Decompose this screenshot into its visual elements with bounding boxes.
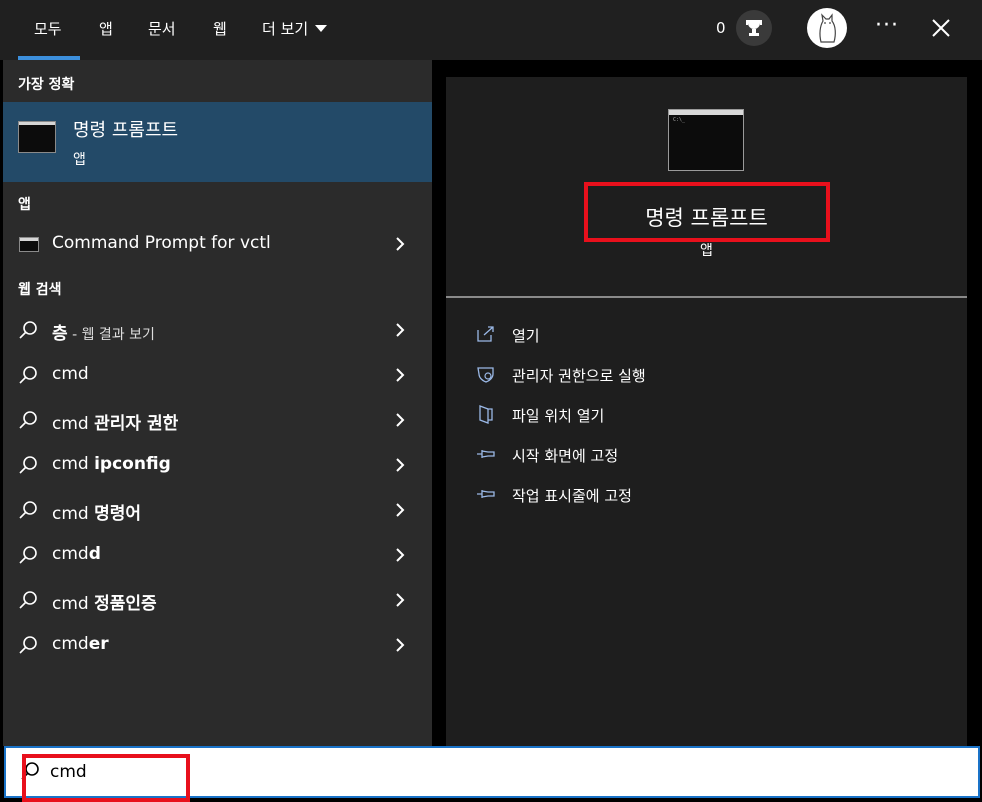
tab-more-label: 더 보기 — [262, 20, 309, 38]
web-suggestion-bold: 정품인증 — [94, 594, 157, 614]
chevron-right-icon[interactable] — [394, 592, 406, 608]
chevron-right-icon[interactable] — [394, 457, 406, 473]
search-bar — [4, 746, 980, 798]
web-result-label: 층 - 웹 결과 보기 — [52, 319, 155, 344]
app-item-label: Command Prompt for vctl — [52, 233, 271, 253]
web-suggestion-label: cmd ipconfig — [52, 454, 171, 474]
app-item-command-prompt-vctl[interactable]: Command Prompt for vctl — [3, 222, 432, 266]
chevron-right-icon[interactable] — [394, 412, 406, 428]
search-icon — [19, 456, 37, 474]
best-match-header: 가장 정확 — [18, 77, 75, 93]
search-icon — [19, 321, 37, 339]
web-suggestion-prefix: cmd — [52, 414, 95, 434]
web-suggestion-bold: 관리자 권한 — [94, 414, 179, 434]
web-suggestion-label: cmd 관리자 권한 — [52, 409, 178, 434]
web-suggestion-item[interactable]: cmd 명령어 — [3, 488, 432, 532]
web-suggestion-item[interactable]: cmd ipconfig — [3, 443, 432, 487]
close-icon[interactable] — [925, 12, 957, 44]
web-suggestion-item[interactable]: cmd 관리자 권한 — [3, 398, 432, 442]
web-suggestion-label: cmdd — [52, 544, 101, 564]
web-suggestion-prefix: cmd — [52, 594, 95, 614]
web-suggestion-item[interactable]: cmdd — [3, 533, 432, 577]
tab-all[interactable]: 모두 — [34, 18, 62, 39]
tab-more[interactable]: 더 보기 — [262, 18, 328, 39]
action-open-label: 열기 — [512, 327, 540, 345]
search-icon — [21, 762, 39, 780]
tab-documents[interactable]: 문서 — [148, 18, 176, 39]
web-suggestion-bold: er — [88, 634, 109, 654]
search-icon — [19, 366, 37, 384]
web-search-header: 웹 검색 — [18, 282, 62, 298]
tab-web[interactable]: 웹 — [213, 18, 227, 39]
avatar[interactable] — [807, 8, 847, 48]
web-suggestion-label: cmd — [52, 364, 89, 384]
shield-icon — [477, 367, 494, 383]
search-icon — [19, 591, 37, 609]
search-icon — [19, 546, 37, 564]
web-result-item[interactable]: 층 - 웹 결과 보기 — [3, 308, 432, 352]
action-pin-to-taskbar-label: 작업 표시줄에 고정 — [512, 487, 632, 505]
chevron-right-icon[interactable] — [394, 367, 406, 383]
web-suggestion-bold: ipconfig — [94, 454, 171, 474]
command-prompt-icon — [19, 237, 39, 252]
action-pin-to-start-label: 시작 화면에 고정 — [512, 447, 619, 465]
chevron-right-icon[interactable] — [394, 502, 406, 518]
pin-icon — [477, 490, 495, 498]
caret-down-icon — [315, 25, 328, 32]
results-pane: 가장 정확 명령 프롬프트 앱 앱 Command Prompt for vct… — [3, 60, 432, 746]
divider — [446, 296, 967, 298]
search-icon — [19, 501, 37, 519]
action-pin-to-start[interactable]: 시작 화면에 고정 — [476, 441, 776, 469]
best-match-subtitle: 앱 — [73, 152, 86, 168]
search-input[interactable] — [50, 758, 650, 786]
web-suggestion-label: cmd 명령어 — [52, 499, 141, 524]
preview-subtitle: 앱 — [700, 243, 713, 259]
trophy-icon[interactable] — [736, 10, 772, 46]
apps-header: 앱 — [18, 197, 31, 213]
open-icon — [477, 326, 494, 342]
pin-icon — [477, 450, 495, 458]
action-open[interactable]: 열기 — [476, 321, 776, 349]
web-suggestion-label: cmder — [52, 634, 109, 654]
folder-icon — [479, 405, 493, 424]
web-suggestion-prefix: cmd — [52, 634, 89, 654]
search-icon — [19, 411, 37, 429]
web-suggestion-item[interactable]: cmd 정품인증 — [3, 578, 432, 622]
chevron-right-icon[interactable] — [394, 236, 406, 252]
web-suggestion-prefix: cmd — [52, 454, 95, 474]
web-result-suffix: - 웹 결과 보기 — [67, 327, 155, 343]
preview-title: 명령 프롬프트 — [645, 206, 768, 230]
chevron-right-icon[interactable] — [394, 547, 406, 563]
more-options-icon[interactable]: ··· — [875, 13, 899, 38]
web-suggestion-bold: d — [88, 544, 101, 564]
best-match-title: 명령 프롬프트 — [73, 120, 179, 141]
action-open-file-location[interactable]: 파일 위치 열기 — [476, 401, 776, 429]
action-run-as-admin-label: 관리자 권한으로 실행 — [512, 367, 646, 385]
action-run-as-admin[interactable]: 관리자 권한으로 실행 — [476, 361, 776, 389]
web-suggestion-prefix: cmd — [52, 504, 95, 524]
preview-pane: 명령 프롬프트 앱 열기 관리자 권한으로 실행 파일 위치 열기 시작 화면에… — [446, 77, 967, 746]
web-suggestion-label: cmd 정품인증 — [52, 589, 157, 614]
web-suggestion-item[interactable]: cmder — [3, 623, 432, 667]
web-result-query: 층 — [52, 324, 68, 344]
action-pin-to-taskbar[interactable]: 작업 표시줄에 고정 — [476, 481, 776, 509]
rewards-points: 0 — [716, 19, 726, 37]
command-prompt-icon — [18, 121, 56, 153]
top-bar: 모두 앱 문서 웹 더 보기 0 ··· — [0, 0, 982, 60]
chevron-right-icon[interactable] — [394, 322, 406, 338]
best-match-item[interactable]: 명령 프롬프트 앱 — [3, 102, 432, 182]
action-open-file-location-label: 파일 위치 열기 — [512, 407, 605, 425]
command-prompt-icon — [668, 109, 744, 171]
web-suggestion-item[interactable]: cmd — [3, 353, 432, 397]
chevron-right-icon[interactable] — [394, 637, 406, 653]
web-suggestion-bold: 명령어 — [94, 504, 142, 524]
web-suggestion-prefix: cmd — [52, 364, 89, 384]
web-suggestion-prefix: cmd — [52, 544, 89, 564]
search-icon — [19, 636, 37, 654]
tab-apps[interactable]: 앱 — [99, 18, 113, 39]
